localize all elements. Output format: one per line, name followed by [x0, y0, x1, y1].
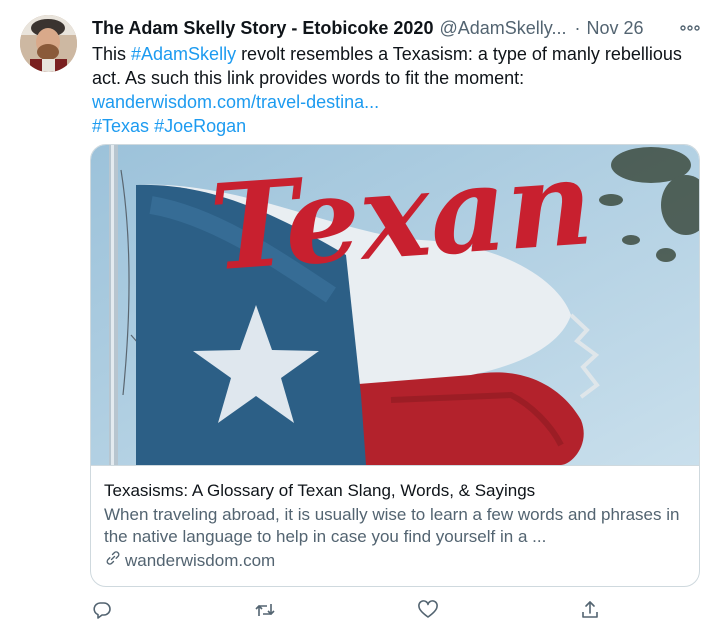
card-title[interactable]: Texasisms: A Glossary of Texan Slang, Wo… [104, 480, 689, 502]
tweet-url-link[interactable]: wanderwisdom.com/travel-destina... [92, 92, 379, 112]
hashtag-adamskelly[interactable]: #AdamSkelly [131, 44, 236, 64]
card-divider [91, 465, 699, 466]
reply-icon[interactable] [90, 598, 114, 622]
share-icon[interactable] [578, 598, 602, 622]
tweet-text-line-2: act. As such this link provides words to… [92, 68, 525, 88]
card-description[interactable]: When traveling abroad, it is usually wis… [104, 504, 689, 548]
author-handle[interactable]: @AdamSkelly... [439, 16, 566, 40]
hashtag-joerogan[interactable]: #JoeRogan [154, 116, 246, 136]
tweet-action-bar [90, 598, 610, 622]
tweet-header: The Adam Skelly Story - Etobicoke 2020 @… [92, 16, 704, 40]
tweet-text-line-1: This #AdamSkelly revolt resembles a Texa… [92, 42, 707, 66]
tweet-text-segment: This [92, 44, 132, 64]
avatar[interactable] [20, 15, 77, 72]
more-options-icon[interactable] [678, 16, 702, 40]
card-text[interactable]: Texasisms: A Glossary of Texan Slang, Wo… [104, 480, 689, 573]
header-separator: · [574, 18, 581, 38]
hashtag-texas[interactable]: #Texas [92, 116, 149, 136]
tweet-text-line-4: #Texas #JoeRogan [92, 114, 707, 138]
card-domain-row[interactable]: wanderwisdom.com [104, 549, 689, 573]
like-icon[interactable] [416, 598, 440, 622]
tweet-text-line-3: wanderwisdom.com/travel-destina... [92, 90, 707, 114]
tweet-text-segment: revolt resembles a Texasism: a type of m… [236, 44, 682, 64]
tweet-text: This #AdamSkelly revolt resembles a Texa… [92, 42, 707, 138]
card-image-lettering: Texan [206, 145, 597, 297]
link-icon [104, 549, 125, 573]
link-preview-card[interactable]: Texan Texasisms: A Glossary of Texan Sla… [90, 144, 700, 587]
card-domain: wanderwisdom.com [125, 551, 276, 570]
retweet-icon[interactable] [253, 598, 277, 622]
tweet-date[interactable]: Nov 26 [586, 16, 643, 40]
tweet[interactable]: The Adam Skelly Story - Etobicoke 2020 @… [0, 0, 719, 633]
card-image[interactable]: Texan [91, 145, 699, 465]
author-name[interactable]: The Adam Skelly Story - Etobicoke 2020 [92, 16, 433, 40]
